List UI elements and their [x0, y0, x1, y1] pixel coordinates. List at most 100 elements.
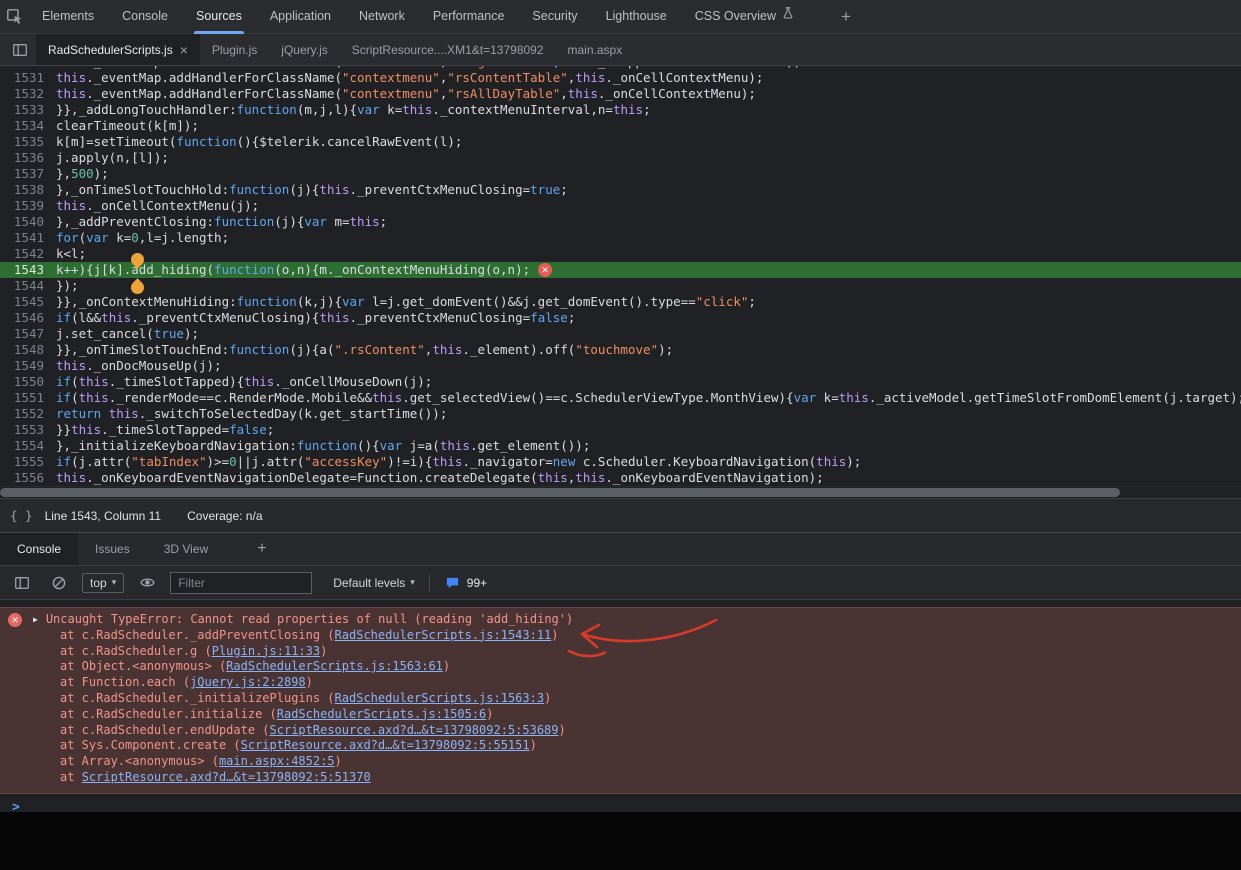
- line-number[interactable]: 1533: [0, 102, 56, 118]
- source-location-link[interactable]: RadSchedulerScripts.js:1505:6: [277, 707, 487, 721]
- source-location-link[interactable]: jQuery.js:2:2898: [190, 675, 306, 689]
- source-location-link[interactable]: RadSchedulerScripts.js:1543:11: [335, 628, 552, 642]
- drawer-tab-issues[interactable]: Issues: [78, 533, 147, 565]
- code-line-1535[interactable]: 1535k[m]=setTimeout(function(){$telerik.…: [0, 134, 1241, 150]
- default-levels-dropdown[interactable]: Default levels ▾: [333, 576, 415, 590]
- code-line-1547[interactable]: 1547j.set_cancel(true);: [0, 326, 1241, 342]
- line-number[interactable]: 1551: [0, 390, 56, 406]
- expand-triangle-icon[interactable]: ▶: [33, 612, 38, 628]
- code-line-1531[interactable]: 1531this._eventMap.addHandlerForClassNam…: [0, 70, 1241, 86]
- clear-console-icon[interactable]: [45, 569, 73, 597]
- source-location-link[interactable]: Plugin.js:11:33: [212, 644, 320, 658]
- scrollbar-thumb[interactable]: [0, 488, 1120, 497]
- main-tab-performance[interactable]: Performance: [419, 0, 519, 34]
- main-tab-lighthouse[interactable]: Lighthouse: [592, 0, 681, 34]
- code-line-1542[interactable]: 1542k<l;: [0, 246, 1241, 262]
- toggle-navigator-icon[interactable]: [6, 36, 34, 64]
- code-line-1532[interactable]: 1532this._eventMap.addHandlerForClassNam…: [0, 86, 1241, 102]
- code-line-1534[interactable]: 1534clearTimeout(k[m]);: [0, 118, 1241, 134]
- line-number[interactable]: 1536: [0, 150, 56, 166]
- code-line-1553[interactable]: 1553}}this._timeSlotTapped=false;: [0, 422, 1241, 438]
- line-error-icon[interactable]: ✕: [538, 263, 552, 277]
- line-number[interactable]: 1547: [0, 326, 56, 342]
- file-tab-radschedulerscripts-js[interactable]: RadSchedulerScripts.js×: [36, 34, 200, 65]
- code-line-1539[interactable]: 1539this._onCellContextMenu(j);: [0, 198, 1241, 214]
- drawer-tab-console[interactable]: Console: [0, 533, 78, 565]
- code-line-1551[interactable]: 1551if(this._renderMode==c.RenderMode.Mo…: [0, 390, 1241, 406]
- line-number[interactable]: 1537: [0, 166, 56, 182]
- code-line-1552[interactable]: 1552return this._switchToSelectedDay(k.g…: [0, 406, 1241, 422]
- line-number[interactable]: 1534: [0, 118, 56, 134]
- line-number[interactable]: 1552: [0, 406, 56, 422]
- javascript-context-selector[interactable]: top ▾: [82, 573, 124, 593]
- error-summary-row[interactable]: ✕ ▶ Uncaught TypeError: Cannot read prop…: [8, 612, 1233, 628]
- line-number[interactable]: 1555: [0, 454, 56, 470]
- line-number[interactable]: 1542: [0, 246, 56, 262]
- code-line-1543[interactable]: 1543k++){j[k].add_hiding(function(o,n){m…: [0, 262, 1241, 278]
- main-tab-security[interactable]: Security: [518, 0, 591, 34]
- code-line-1536[interactable]: 1536j.apply(n,[l]);: [0, 150, 1241, 166]
- live-expression-eye-icon[interactable]: [133, 569, 161, 597]
- main-tab-console[interactable]: Console: [108, 0, 182, 34]
- file-tab-scriptresource-xm1-t-13798092[interactable]: ScriptResource....XM1&t=13798092: [340, 34, 556, 65]
- code-line-1540[interactable]: 1540},_addPreventClosing:function(j){var…: [0, 214, 1241, 230]
- code-line-1541[interactable]: 1541for(var k=0,l=j.length;: [0, 230, 1241, 246]
- code-line-1556[interactable]: 1556this._onKeyboardEventNavigationDeleg…: [0, 470, 1241, 486]
- code-line-1550[interactable]: 1550if(this._timeSlotTapped){this._onCel…: [0, 374, 1241, 390]
- line-number[interactable]: 1538: [0, 182, 56, 198]
- main-tab-elements[interactable]: Elements: [28, 0, 108, 34]
- more-tabs-button[interactable]: +: [827, 7, 865, 27]
- drawer-tab-3d-view[interactable]: 3D View: [147, 533, 225, 565]
- code-line-1548[interactable]: 1548}},_onTimeSlotTouchEnd:function(j){a…: [0, 342, 1241, 358]
- add-drawer-tab-button[interactable]: +: [241, 533, 282, 565]
- code-line-1538[interactable]: 1538},_onTimeSlotTouchHold:function(j){t…: [0, 182, 1241, 198]
- main-tab-application[interactable]: Application: [256, 0, 345, 34]
- close-tab-icon[interactable]: ×: [180, 43, 188, 57]
- code-line-1546[interactable]: 1546if(l&&this._preventCtxMenuClosing){t…: [0, 310, 1241, 326]
- line-number[interactable]: 1540: [0, 214, 56, 230]
- main-tab-css-overview[interactable]: CSS Overview: [681, 0, 809, 34]
- code-line-1544[interactable]: 1544});: [0, 278, 1241, 294]
- code-line-1549[interactable]: 1549this._onDocMouseUp(j);: [0, 358, 1241, 374]
- code-line-1555[interactable]: 1555if(j.attr("tabIndex")>=0||j.attr("ac…: [0, 454, 1241, 470]
- line-number[interactable]: 1539: [0, 198, 56, 214]
- line-number[interactable]: 1535: [0, 134, 56, 150]
- file-tab-main-aspx[interactable]: main.aspx: [556, 34, 635, 65]
- console-prompt[interactable]: >: [0, 794, 1241, 815]
- code-editor[interactable]: 1530this._eventMap.addHandlerForClassNam…: [0, 66, 1241, 486]
- source-location-link[interactable]: ScriptResource.axd?d…&t=13798092:5:55151: [241, 738, 530, 752]
- line-number[interactable]: 1550: [0, 374, 56, 390]
- code-text: k<l;: [56, 246, 86, 262]
- source-location-link[interactable]: main.aspx:4852:5: [219, 754, 335, 768]
- line-number[interactable]: 1545: [0, 294, 56, 310]
- issues-counter[interactable]: 99+: [444, 569, 487, 597]
- inspect-element-icon[interactable]: [0, 3, 28, 31]
- code-line-1554[interactable]: 1554},_initializeKeyboardNavigation:func…: [0, 438, 1241, 454]
- line-number[interactable]: 1532: [0, 86, 56, 102]
- code-line-1533[interactable]: 1533}},_addLongTouchHandler:function(m,j…: [0, 102, 1241, 118]
- source-location-link[interactable]: RadSchedulerScripts.js:1563:61: [226, 659, 443, 673]
- file-tab-plugin-js[interactable]: Plugin.js: [200, 34, 269, 65]
- line-number[interactable]: 1549: [0, 358, 56, 374]
- pretty-print-icon[interactable]: { }: [10, 508, 33, 523]
- line-number[interactable]: 1543: [0, 262, 56, 278]
- line-number[interactable]: 1531: [0, 70, 56, 86]
- file-tab-jquery-js[interactable]: jQuery.js: [269, 34, 339, 65]
- main-tab-network[interactable]: Network: [345, 0, 419, 34]
- source-location-link[interactable]: ScriptResource.axd?d…&t=13798092:5:53689: [270, 723, 559, 737]
- console-sidebar-icon[interactable]: [8, 569, 36, 597]
- line-number[interactable]: 1556: [0, 470, 56, 486]
- line-number[interactable]: 1546: [0, 310, 56, 326]
- main-tab-sources[interactable]: Sources: [182, 0, 256, 34]
- code-line-1537[interactable]: 1537},500);: [0, 166, 1241, 182]
- source-location-link[interactable]: ScriptResource.axd?d…&t=13798092:5:51370: [82, 770, 371, 784]
- console-filter-input[interactable]: [170, 572, 312, 594]
- horizontal-scrollbar[interactable]: [0, 486, 1241, 498]
- code-line-1545[interactable]: 1545}},_onContextMenuHiding:function(k,j…: [0, 294, 1241, 310]
- line-number[interactable]: 1548: [0, 342, 56, 358]
- line-number[interactable]: 1554: [0, 438, 56, 454]
- line-number[interactable]: 1553: [0, 422, 56, 438]
- line-number[interactable]: 1541: [0, 230, 56, 246]
- source-location-link[interactable]: RadSchedulerScripts.js:1563:3: [335, 691, 545, 705]
- line-number[interactable]: 1544: [0, 278, 56, 294]
